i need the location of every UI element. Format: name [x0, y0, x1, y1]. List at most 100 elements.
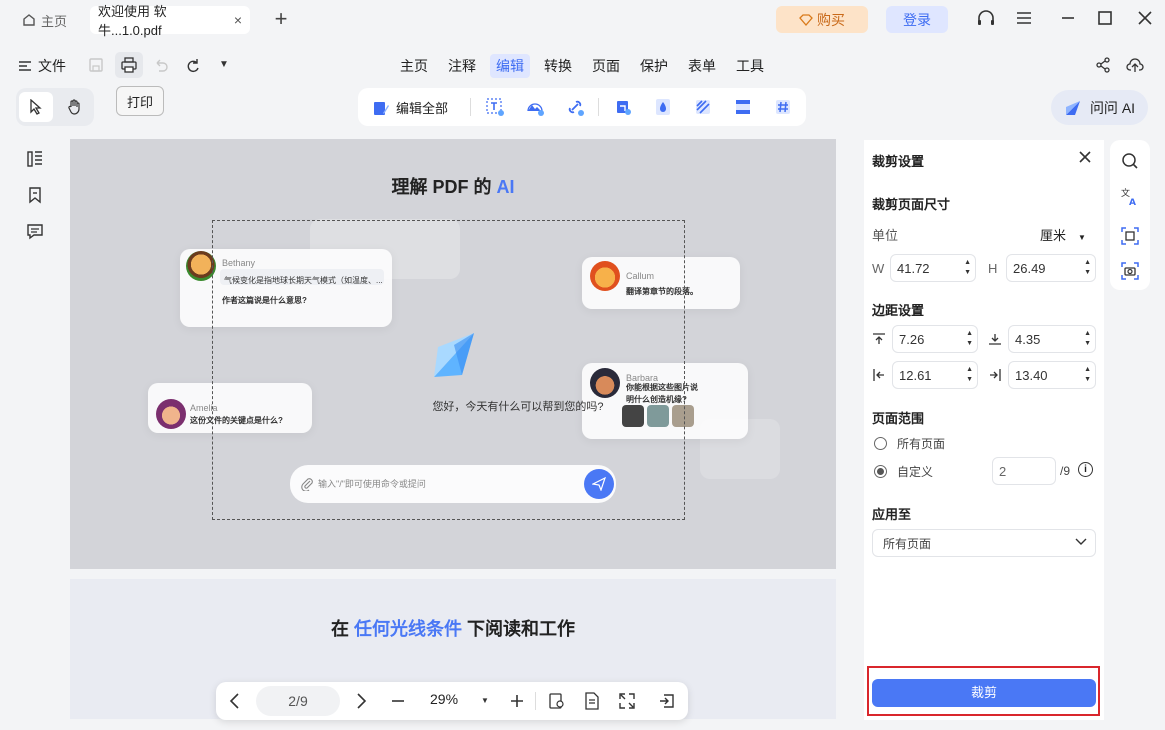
edit-all-button[interactable]: 编辑全部	[372, 98, 448, 117]
file-menu[interactable]: 文件	[18, 56, 66, 76]
fullscreen-icon[interactable]	[618, 692, 636, 710]
hand-tool-icon[interactable]	[58, 92, 92, 122]
bookmark-icon[interactable]	[26, 186, 44, 204]
screenshot-icon[interactable]	[1120, 261, 1140, 281]
menu-convert[interactable]: 转换	[538, 54, 578, 78]
menu-tools[interactable]: 工具	[730, 54, 770, 78]
page-title-ai: AI	[496, 177, 515, 197]
page-number-input[interactable]: 2/9	[256, 686, 340, 716]
chevron-down-icon	[1075, 538, 1087, 546]
menu-icon[interactable]	[1016, 10, 1032, 26]
tab-document-label: 欢迎使用 软牛...1.0.pdf	[98, 4, 167, 38]
close-tab-icon[interactable]: ×	[234, 12, 242, 28]
left-margin-stepper[interactable]: ▲ ▼	[966, 365, 973, 385]
redo-icon[interactable]	[185, 57, 201, 73]
crop-selection-box[interactable]	[212, 220, 685, 520]
print-icon[interactable]	[115, 52, 143, 78]
panel-title: 裁剪设置	[872, 154, 925, 169]
edit-all-label: 编辑全部	[396, 101, 449, 116]
avatar-amelia	[156, 399, 186, 429]
custom-label: 自定义	[897, 465, 934, 479]
ask-ai-button[interactable]: 问问 AI	[1051, 90, 1148, 125]
title-bar: 主页 欢迎使用 软牛...1.0.pdf × + 购买 登录	[0, 0, 1165, 40]
divider	[535, 692, 536, 710]
radio-checked	[874, 465, 887, 478]
background-icon[interactable]	[694, 98, 712, 116]
translate-icon[interactable]: 文A	[1120, 186, 1140, 206]
new-tab-button[interactable]: +	[270, 6, 292, 31]
select-cursor-icon[interactable]	[19, 92, 53, 122]
zoom-in-icon[interactable]	[509, 693, 525, 709]
comment-icon[interactable]	[26, 222, 44, 240]
apply-to-title: 应用至	[872, 507, 912, 522]
page-title-prefix: 理解 PDF 的	[391, 177, 497, 197]
apply-to-select[interactable]: 所有页面	[872, 529, 1096, 557]
maximize-icon[interactable]	[1097, 10, 1113, 26]
page-range-title: 页面范围	[872, 411, 925, 426]
info-icon[interactable]: i	[1078, 462, 1093, 477]
bottom-margin-input[interactable]: 4.35 ▲ ▼	[1008, 325, 1096, 353]
add-link-icon[interactable]	[566, 98, 584, 116]
menu-protect[interactable]: 保护	[634, 54, 674, 78]
custom-range-input[interactable]: 2	[992, 457, 1056, 485]
menu-form[interactable]: 表单	[682, 54, 722, 78]
zoom-level[interactable]: 29%	[430, 691, 458, 707]
watermark-icon[interactable]	[654, 98, 672, 116]
search-icon[interactable]	[1121, 152, 1139, 170]
page2-title: 在 任何光线条件 下阅读和工作	[70, 615, 836, 641]
width-label: W	[872, 261, 885, 276]
top-margin-stepper[interactable]: ▲ ▼	[966, 329, 973, 349]
close-window-icon[interactable]	[1137, 10, 1153, 26]
crop-button[interactable]: 裁剪	[872, 679, 1096, 707]
divider	[598, 98, 599, 116]
width-input[interactable]: 41.72 ▲ ▼	[890, 254, 976, 282]
undo-icon[interactable]	[153, 57, 169, 73]
header-footer-icon[interactable]	[734, 98, 752, 116]
headset-icon[interactable]	[976, 9, 996, 29]
tab-home-label: 主页	[41, 13, 68, 29]
unit-select[interactable]: 厘米 ▼	[1040, 225, 1086, 244]
login-button[interactable]: 登录	[886, 6, 948, 33]
add-text-icon[interactable]	[486, 98, 504, 116]
share-icon[interactable]	[1095, 57, 1111, 73]
zoom-dropdown-icon[interactable]: ▼	[481, 696, 489, 705]
more-dropdown-icon[interactable]: ▼	[219, 59, 229, 70]
width-stepper[interactable]: ▲ ▼	[964, 258, 971, 278]
radio-unchecked	[874, 437, 887, 450]
tab-home[interactable]: 主页	[14, 6, 78, 34]
single-page-icon[interactable]	[583, 692, 601, 710]
right-margin-input[interactable]: 13.40 ▲ ▼	[1008, 361, 1096, 389]
cloud-upload-icon[interactable]	[1126, 56, 1144, 74]
prev-page-icon[interactable]	[228, 692, 242, 710]
save-icon[interactable]	[88, 57, 104, 73]
minimize-icon[interactable]	[1060, 10, 1076, 26]
ai-sparkle-icon	[1064, 99, 1082, 117]
edit-toolbar: 编辑全部	[358, 88, 806, 126]
tab-document[interactable]: 欢迎使用 软牛...1.0.pdf ×	[90, 4, 250, 38]
collapse-panel-icon[interactable]	[658, 692, 676, 710]
custom-range-radio[interactable]: 自定义	[874, 463, 933, 480]
add-image-icon[interactable]	[526, 98, 544, 116]
right-margin-value: 13.40	[1015, 367, 1048, 383]
top-margin-input[interactable]: 7.26 ▲ ▼	[892, 325, 978, 353]
crop-icon[interactable]	[1120, 226, 1140, 246]
next-page-icon[interactable]	[354, 692, 368, 710]
menu-annotate[interactable]: 注释	[442, 54, 482, 78]
buy-button[interactable]: 购买	[776, 6, 868, 33]
height-stepper[interactable]: ▲ ▼	[1084, 258, 1091, 278]
zoom-out-icon[interactable]	[390, 693, 406, 709]
height-input[interactable]: 26.49 ▲ ▼	[1006, 254, 1096, 282]
margin-title: 边距设置	[872, 303, 925, 318]
left-margin-input[interactable]: 12.61 ▲ ▼	[892, 361, 978, 389]
bates-number-icon[interactable]	[774, 98, 792, 116]
right-margin-stepper[interactable]: ▲ ▼	[1084, 365, 1091, 385]
menu-edit[interactable]: 编辑	[490, 54, 530, 78]
crop-page-icon[interactable]	[614, 98, 632, 116]
bottom-margin-stepper[interactable]: ▲ ▼	[1084, 329, 1091, 349]
all-pages-radio[interactable]: 所有页面	[874, 435, 945, 452]
thumbnails-icon[interactable]	[26, 150, 44, 168]
close-panel-icon[interactable]	[1078, 150, 1092, 164]
menu-page[interactable]: 页面	[586, 54, 626, 78]
menu-home[interactable]: 主页	[394, 54, 434, 78]
page-view-icon[interactable]	[548, 692, 566, 710]
